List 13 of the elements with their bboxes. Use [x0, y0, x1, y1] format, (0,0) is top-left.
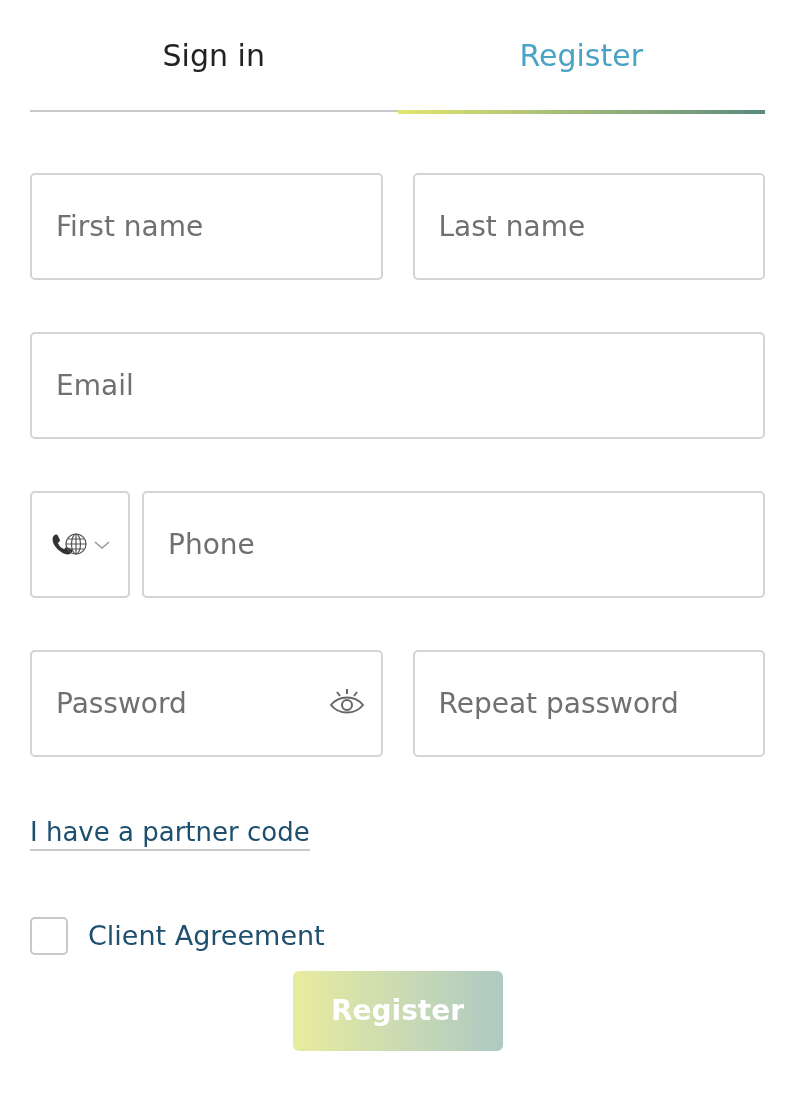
eye-icon[interactable]	[328, 688, 365, 714]
partner-code-link[interactable]: I have a partner code	[30, 817, 310, 851]
chevron-down-icon	[94, 539, 110, 550]
tab[interactable]: Sign in	[30, 0, 398, 110]
input-field[interactable]: Phone	[142, 491, 765, 598]
input-field[interactable]: Last name	[412, 173, 765, 280]
checkbox[interactable]	[30, 917, 68, 956]
input-field[interactable]: Password	[30, 650, 383, 757]
input-field[interactable]: Email	[30, 332, 765, 439]
country-code-dropdown[interactable]	[30, 491, 130, 598]
input-field[interactable]: First name	[30, 173, 383, 280]
agreement-label[interactable]: Client Agreement	[88, 916, 325, 957]
input-field[interactable]: Repeat password	[412, 650, 765, 757]
